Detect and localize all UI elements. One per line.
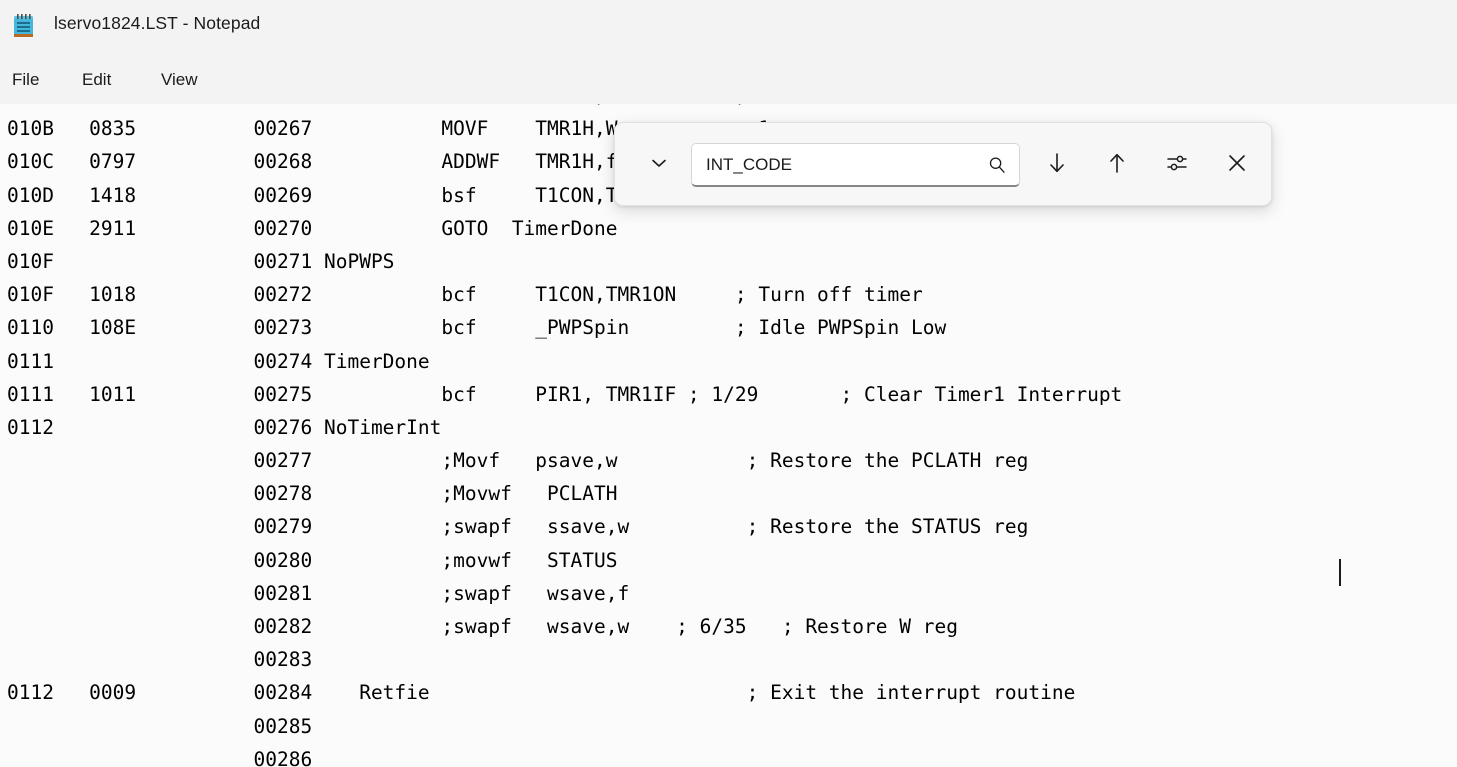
menu-item-edit[interactable]: Edit [76,56,117,104]
code-line: 010E 2911 00270 GOTO TimerDone [7,212,1122,245]
code-line: 00283 [7,643,1122,676]
notepad-icon [8,11,40,43]
find-options-button[interactable] [1151,139,1203,191]
arrow-down-icon [1044,150,1070,181]
code-line: 00281 ;swapf wsave,f [7,577,1122,610]
code-line: 0110 108E 00273 bcf _PWPSpin ; Idle PWPS… [7,311,1122,344]
menu-item-view[interactable]: View [155,56,204,104]
find-expand-button[interactable] [633,139,685,191]
find-close-button[interactable] [1211,139,1263,191]
menu-item-file[interactable]: File [6,56,45,104]
code-line: 0112 00276 NoTimerInt [7,411,1122,444]
code-line: 010F 1018 00272 bcf T1CON,TMR1ON ; Turn … [7,278,1122,311]
code-line: 00277 ;Movf psave,w ; Restore the PCLATH… [7,444,1122,477]
code-line: 010F 00271 NoPWPS [7,245,1122,278]
close-icon [1225,151,1249,180]
arrow-up-icon [1104,150,1130,181]
code-line: 0111 00274 TimerDone [7,345,1122,378]
search-input[interactable] [692,145,962,185]
window-title: lservo1824.LST - Notepad [54,13,260,34]
text-caret [1339,559,1341,586]
code-line: 010A 0A97 00266 INCF TMR1H,f ; 1 [7,104,1122,112]
search-icon[interactable] [987,155,1007,175]
code-line: 00282 ;swapf wsave,w ; 6/35 ; Restore W … [7,610,1122,643]
find-previous-button[interactable] [1091,139,1143,191]
code-line: 00279 ;swapf ssave,w ; Restore the STATU… [7,510,1122,543]
code-line: 00286 [7,743,1122,767]
code-line: 0111 1011 00275 bcf PIR1, TMR1IF ; 1/29 … [7,378,1122,411]
code-line: 00285 [7,710,1122,743]
code-line: 00280 ;movwf STATUS [7,544,1122,577]
title-bar: lservo1824.LST - Notepad [0,0,1457,56]
menu-item-edit-label: Edit [82,70,111,90]
find-bar [614,122,1272,206]
code-line: 0112 0009 00284 Retfie ; Exit the interr… [7,676,1122,709]
code-line: 00278 ;Movwf PCLATH [7,477,1122,510]
sliders-icon [1164,150,1190,181]
find-input-container[interactable] [691,143,1020,187]
menu-item-view-label: View [161,70,198,90]
menu-item-file-label: File [12,70,39,90]
find-next-button[interactable] [1031,139,1083,191]
notepad-window: lservo1824.LST - Notepad File Edit View … [0,0,1457,767]
menu-bar: File Edit View [0,56,1457,104]
chevron-down-icon [648,152,670,179]
